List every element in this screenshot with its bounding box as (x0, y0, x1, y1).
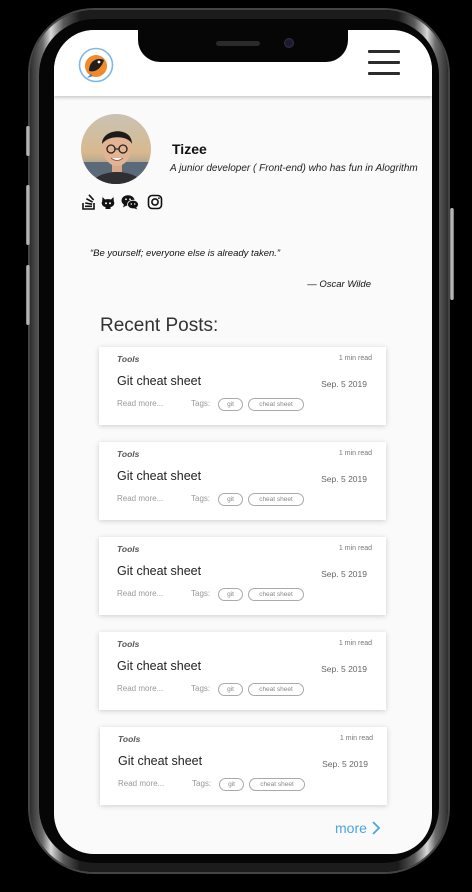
post-category: Tools (117, 354, 140, 364)
quote-text: “Be yourself; everyone else is already t… (90, 248, 281, 259)
post-read-time: 1 min read (338, 355, 372, 362)
tags-label: Tags: (191, 399, 211, 408)
tags-label: Tags: (191, 684, 211, 693)
earpiece-speaker (216, 41, 260, 46)
post-card[interactable]: Tools 1 min read Git cheat sheet Sep. 5 … (99, 442, 386, 520)
tags-label: Tags: (191, 494, 211, 503)
phone-volume-up-button (26, 185, 30, 245)
github-icon[interactable] (100, 194, 116, 210)
post-date: Sep. 5 2019 (322, 759, 368, 769)
instagram-icon[interactable] (147, 194, 163, 210)
more-posts-link[interactable]: more (335, 820, 367, 836)
phone-power-button (450, 208, 454, 300)
post-date: Sep. 5 2019 (321, 664, 367, 674)
post-read-time: 1 min read (338, 450, 372, 457)
wechat-icon[interactable] (121, 194, 139, 210)
post-title[interactable]: Git cheat sheet (117, 374, 201, 388)
tag-chip[interactable]: git (218, 493, 243, 506)
tag-chip[interactable]: git (218, 683, 243, 696)
post-date: Sep. 5 2019 (321, 569, 367, 579)
profile-bio: A junior developer ( Front-end) who has … (170, 163, 418, 174)
post-card[interactable]: Tools 1 min read Git cheat sheet Sep. 5 … (100, 727, 387, 805)
read-more-link[interactable]: Read more... (117, 684, 163, 693)
read-more-link[interactable]: Read more... (117, 399, 163, 408)
tag-chip[interactable]: git (219, 778, 244, 791)
post-card[interactable]: Tools 1 min read Git cheat sheet Sep. 5 … (99, 537, 386, 615)
tags-label: Tags: (192, 779, 212, 788)
post-card[interactable]: Tools 1 min read Git cheat sheet Sep. 5 … (99, 632, 386, 710)
post-category: Tools (117, 544, 140, 554)
tag-chip[interactable]: cheat sheet (248, 683, 304, 696)
tag-chip[interactable]: cheat sheet (248, 398, 304, 411)
read-more-link[interactable]: Read more... (117, 494, 163, 503)
recent-posts-title: Recent Posts: (100, 315, 219, 336)
profile-name: Tizee (172, 141, 207, 157)
chevron-right-icon[interactable] (371, 821, 381, 835)
tag-chip[interactable]: git (218, 398, 243, 411)
avatar (81, 114, 151, 184)
stackoverflow-icon[interactable] (81, 194, 97, 210)
parrot-logo-icon[interactable] (77, 47, 115, 83)
phone-volume-down-button (26, 265, 30, 325)
post-title[interactable]: Git cheat sheet (117, 564, 201, 578)
post-date: Sep. 5 2019 (321, 474, 367, 484)
post-category: Tools (118, 734, 141, 744)
post-category: Tools (117, 639, 140, 649)
read-more-link[interactable]: Read more... (117, 589, 163, 598)
tag-chip[interactable]: cheat sheet (248, 588, 304, 601)
post-date: Sep. 5 2019 (321, 379, 367, 389)
post-title[interactable]: Git cheat sheet (117, 659, 201, 673)
post-title[interactable]: Git cheat sheet (117, 469, 201, 483)
post-card[interactable]: Tools 1 min read Git cheat sheet Sep. 5 … (99, 347, 386, 425)
tag-chip[interactable]: cheat sheet (249, 778, 305, 791)
read-more-link[interactable]: Read more... (118, 779, 164, 788)
phone-mute-switch (26, 126, 30, 156)
quote-author: — Oscar Wilde (307, 279, 371, 290)
hamburger-menu-icon[interactable] (368, 50, 400, 76)
post-read-time: 1 min read (339, 735, 373, 742)
tag-chip[interactable]: cheat sheet (248, 493, 304, 506)
post-read-time: 1 min read (338, 545, 372, 552)
post-category: Tools (117, 449, 140, 459)
phone-screen: Tizee A junior developer ( Front-end) wh… (54, 30, 432, 854)
post-title[interactable]: Git cheat sheet (118, 754, 202, 768)
tag-chip[interactable]: git (218, 588, 243, 601)
phone-notch (138, 30, 348, 62)
post-read-time: 1 min read (338, 640, 372, 647)
tags-label: Tags: (191, 589, 211, 598)
front-camera (284, 38, 294, 48)
